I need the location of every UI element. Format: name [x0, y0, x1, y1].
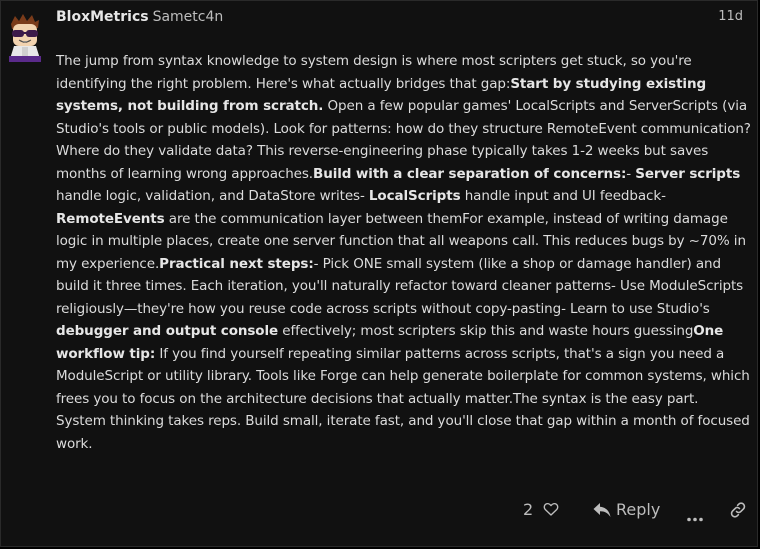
forum-post: BloxMetrics Sametc4n 11d The jump from sy… [0, 0, 758, 547]
post-actions: 2 Reply [501, 498, 749, 524]
post-body-text: - [626, 165, 636, 182]
reply-label: Reply [616, 500, 661, 519]
post-body-bold-text: LocalScripts [368, 188, 461, 204]
post-header: BloxMetrics Sametc4n 11d [56, 9, 743, 31]
ellipsis-icon[interactable] [687, 507, 703, 522]
post-body-text: handle logic, validation, and DataStore … [56, 188, 369, 204]
post-body-bold-text: Server scripts [635, 165, 741, 182]
username-link[interactable]: BloxMetrics [56, 9, 149, 25]
post-body-text: If you find yourself repeating similar p… [56, 345, 750, 452]
like-count[interactable]: 2 [523, 500, 533, 519]
post-body-bold-text: Practical next steps: [159, 255, 314, 272]
post-body-text: handle input and UI feedback- [460, 188, 666, 204]
avatar-image [9, 14, 41, 62]
secondary-name[interactable]: Sametc4n [153, 9, 224, 25]
avatar[interactable] [5, 12, 45, 62]
post-body-text: effectively; most scripters skip this an… [278, 323, 694, 339]
heart-icon[interactable] [542, 500, 560, 518]
link-icon[interactable] [729, 502, 747, 518]
post-body-bold-text: debugger and output console [56, 323, 279, 339]
post-body-bold-text: Build with a clear separation of concern… [313, 165, 627, 182]
reply-arrow-icon [593, 502, 611, 518]
post-body: The jump from syntax knowledge to system… [56, 50, 751, 455]
post-date[interactable]: 11d [718, 9, 743, 24]
post-body-bold-text: RemoteEvents [56, 210, 165, 227]
